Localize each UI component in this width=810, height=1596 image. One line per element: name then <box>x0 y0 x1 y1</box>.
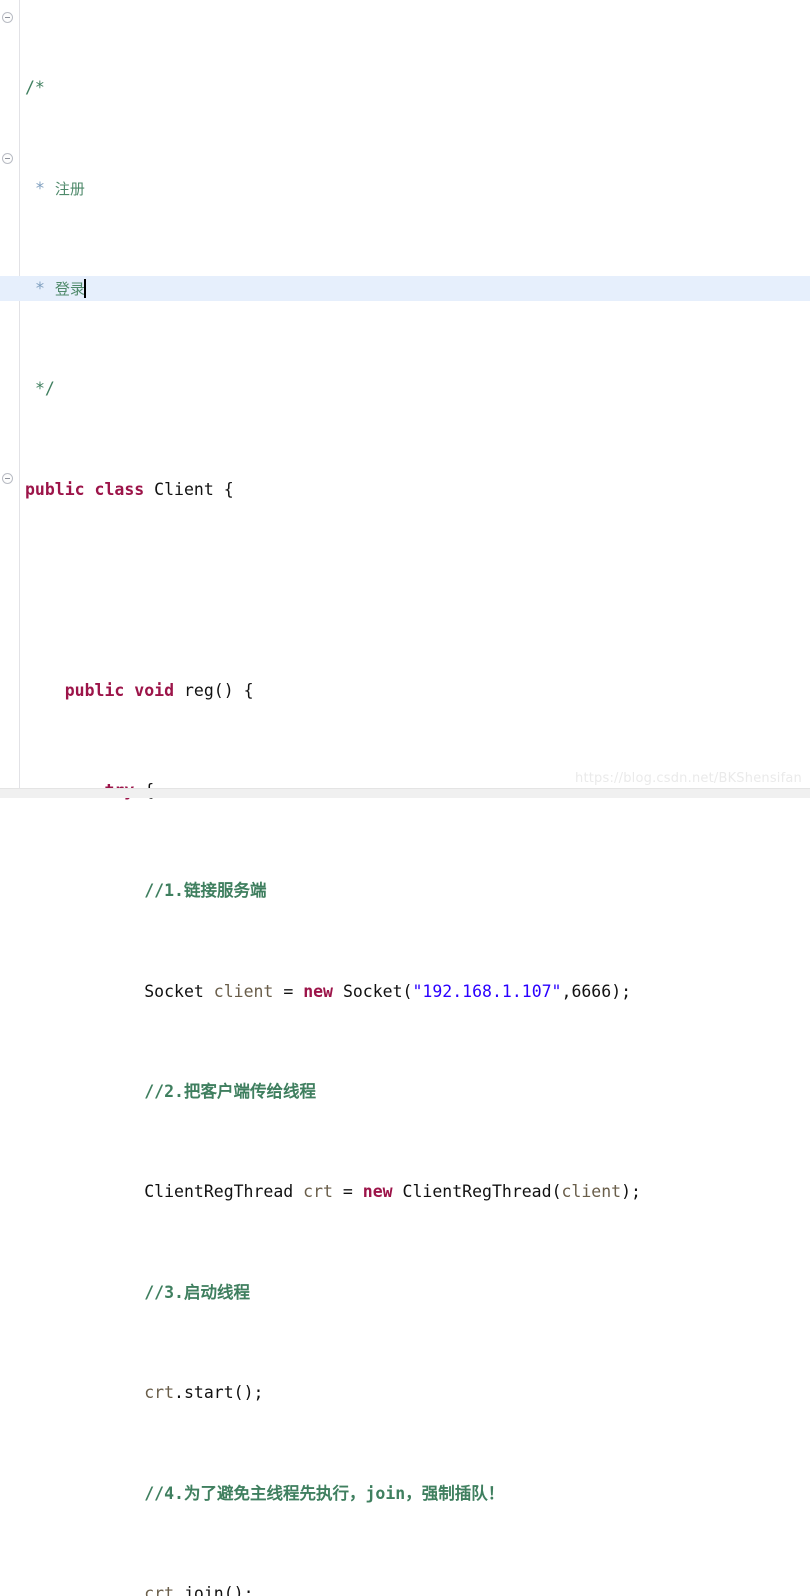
paren-close-semi: (); <box>223 1583 254 1596</box>
type-socket: Socket <box>144 981 204 1001</box>
code-line[interactable]: * 注册 <box>21 176 810 201</box>
javadoc-open: /* <box>25 78 45 98</box>
code-line[interactable]: //2.把客户端传给线程 <box>21 1079 810 1104</box>
comment-3-reg: //3.启动线程 <box>144 1282 250 1302</box>
code-line-empty[interactable] <box>21 577 810 602</box>
code-line[interactable]: */ <box>21 376 810 401</box>
fold-marker-javadoc[interactable] <box>2 12 13 23</box>
code-editor[interactable]: /* * 注册 * 登录 */ public class Client { pu… <box>0 0 810 1596</box>
code-line[interactable]: crt.join(); <box>21 1581 810 1596</box>
type-socket: Socket <box>342 981 403 1001</box>
javadoc-close: */ <box>34 379 55 399</box>
type-client-reg-thread: ClientRegThread <box>144 1182 294 1202</box>
text-caret <box>83 279 86 299</box>
code-line[interactable]: //4.为了避免主线程先执行，join，强制插队！ <box>21 1481 810 1506</box>
fold-marker-method-login[interactable] <box>2 473 13 484</box>
code-line[interactable]: crt.start(); <box>21 1380 810 1405</box>
code-line[interactable]: public class Client { <box>21 477 810 502</box>
operator-assign: = <box>342 1182 353 1202</box>
keyword-public: public <box>25 479 85 499</box>
javadoc-text-login: 登录 <box>54 280 85 299</box>
keyword-public: public <box>64 680 125 700</box>
var-client: client <box>561 1182 622 1202</box>
number-port-reg: 6666 <box>571 981 612 1001</box>
paren-open: ( <box>551 1182 562 1202</box>
code-line[interactable]: /* <box>21 75 810 100</box>
type-client: Client <box>154 479 214 499</box>
keyword-new: new <box>303 981 333 1001</box>
paren-close-semi: ); <box>621 1182 641 1202</box>
javadoc-star-icon: * <box>34 178 45 198</box>
paren-open: ( <box>402 981 413 1001</box>
method-join: join <box>183 1583 224 1596</box>
editor-gutter <box>0 0 20 788</box>
code-content[interactable]: /* * 注册 * 登录 */ public class Client { pu… <box>0 0 810 1596</box>
var-client: client <box>213 981 274 1001</box>
code-line[interactable]: ClientRegThread crt = new ClientRegThrea… <box>21 1179 810 1204</box>
string-ip: "192.168.1.107" <box>412 981 562 1001</box>
paren-close-semi: (); <box>233 1383 264 1403</box>
var-crt: crt <box>144 1583 175 1596</box>
code-line-highlighted[interactable]: * 登录 <box>0 276 810 302</box>
paren-close-semi: ); <box>611 981 632 1001</box>
method-start: start <box>183 1383 234 1403</box>
brace-open: { <box>223 479 234 499</box>
method-reg: reg <box>183 680 214 700</box>
dot: . <box>174 1383 184 1403</box>
comment-1-reg: //1.链接服务端 <box>144 881 267 901</box>
code-line[interactable]: //1.链接服务端 <box>21 878 810 903</box>
watermark: https://blog.csdn.net/BKShensifan <box>575 771 802 786</box>
type-client-reg-thread: ClientRegThread <box>402 1182 552 1202</box>
comma: , <box>561 981 572 1001</box>
javadoc-text-register: 注册 <box>54 179 85 198</box>
comment-2-reg: //2.把客户端传给线程 <box>144 1082 316 1102</box>
fold-marker-method-reg[interactable] <box>2 153 13 164</box>
parens: () { <box>213 680 254 700</box>
comment-4-reg: //4.为了避免主线程先执行，join，强制插队！ <box>144 1483 505 1503</box>
dot: . <box>174 1583 184 1596</box>
editor-bottom-bar <box>0 788 810 798</box>
code-line[interactable]: public void reg() { <box>21 678 810 703</box>
var-crt: crt <box>144 1383 175 1403</box>
operator-assign: = <box>283 981 294 1001</box>
code-line[interactable]: Socket client = new Socket("192.168.1.10… <box>21 979 810 1004</box>
keyword-void: void <box>134 680 175 700</box>
code-line[interactable]: //3.启动线程 <box>21 1280 810 1305</box>
keyword-class: class <box>94 479 145 499</box>
keyword-new: new <box>362 1182 393 1202</box>
javadoc-star-icon: * <box>34 279 45 299</box>
var-crt: crt <box>303 1182 333 1202</box>
